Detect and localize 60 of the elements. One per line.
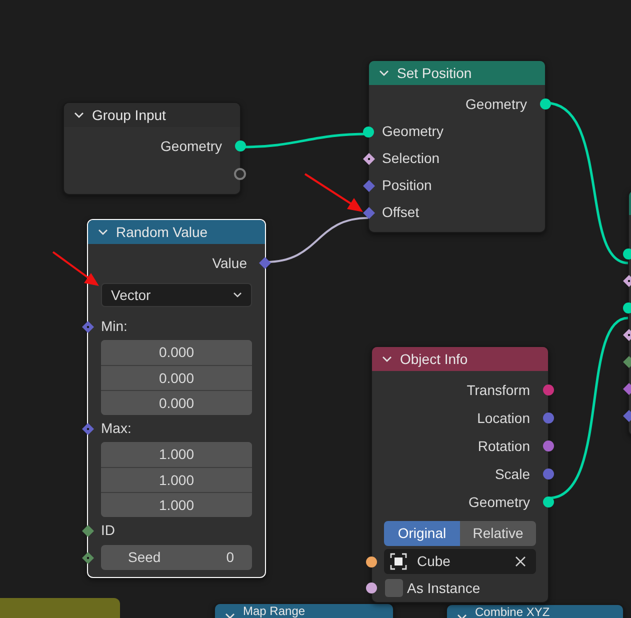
mode-toggle[interactable]: Original (384, 521, 460, 546)
socket-label: Scale (494, 464, 530, 484)
node-title: Combine XYZ (475, 606, 550, 618)
annotation-arrow (304, 173, 363, 212)
object-field[interactable]: Cube (384, 549, 536, 574)
checkbox-label: As Instance (407, 578, 480, 598)
socket-label: Max: (101, 419, 132, 438)
socket-label: Min: (101, 317, 128, 336)
socket-label: Position (382, 176, 432, 195)
number-field[interactable]: 1.000 (101, 492, 252, 517)
socket-label: Value (212, 254, 247, 272)
object-icon (390, 553, 407, 570)
node-header[interactable]: Random Value (88, 220, 265, 244)
chevron-down-icon[interactable] (382, 354, 392, 364)
seed-field[interactable]: Seed 0 (101, 545, 252, 570)
socket-label: ID (101, 521, 115, 540)
socket-icon[interactable] (82, 524, 94, 536)
socket-icon[interactable] (623, 248, 631, 259)
node-header[interactable]: Group Input (64, 103, 240, 127)
socket-icon[interactable] (623, 302, 631, 313)
node-header[interactable]: Map Range (215, 604, 393, 618)
node-title: Object Info (400, 352, 468, 366)
node-title: Random Value (116, 225, 208, 239)
node-title: Set Position (397, 66, 472, 80)
number-field[interactable]: 0.000 (101, 390, 252, 415)
checkbox[interactable] (385, 579, 403, 597)
socket-label: Geometry (382, 122, 444, 141)
chevron-down-icon[interactable] (74, 110, 84, 120)
chevron-down-icon[interactable] (98, 227, 108, 237)
chevron-down-icon[interactable] (225, 611, 235, 618)
socket-label: Offset (382, 203, 420, 222)
annotation-arrow (52, 251, 99, 286)
socket-label: Location (477, 408, 530, 428)
type-dropdown[interactable]: Vector (101, 283, 252, 307)
socket-label: Rotation (478, 436, 530, 456)
socket-icon[interactable] (363, 126, 374, 137)
node-header[interactable]: Combine XYZ (447, 605, 623, 618)
socket-icon[interactable] (234, 168, 246, 180)
socket-label: Selection (382, 149, 440, 168)
socket-label: Transform (466, 380, 530, 400)
mode-toggle[interactable]: Relative (460, 521, 536, 546)
node-title: Map Range (243, 605, 306, 618)
socket-icon[interactable] (82, 552, 94, 564)
socket-icon[interactable] (366, 556, 377, 567)
node-header[interactable]: Set Position (369, 61, 545, 85)
socket-icon[interactable] (540, 98, 551, 110)
node-title: Group Input (92, 108, 166, 122)
socket-label: Geometry (468, 492, 530, 512)
chevron-down-icon (233, 292, 242, 298)
socket-icon[interactable] (363, 152, 375, 164)
socket-label: Geometry (160, 136, 222, 156)
socket-icon[interactable] (366, 582, 377, 594)
socket-icon[interactable] (543, 496, 554, 508)
node-header[interactable]: Object Info (372, 347, 548, 371)
close-icon[interactable] (515, 556, 526, 567)
socket-icon[interactable] (259, 257, 271, 269)
socket-label: Geometry (466, 94, 527, 114)
socket-icon[interactable] (363, 206, 375, 218)
socket-icon[interactable] (543, 440, 554, 452)
socket-icon[interactable] (235, 140, 246, 152)
